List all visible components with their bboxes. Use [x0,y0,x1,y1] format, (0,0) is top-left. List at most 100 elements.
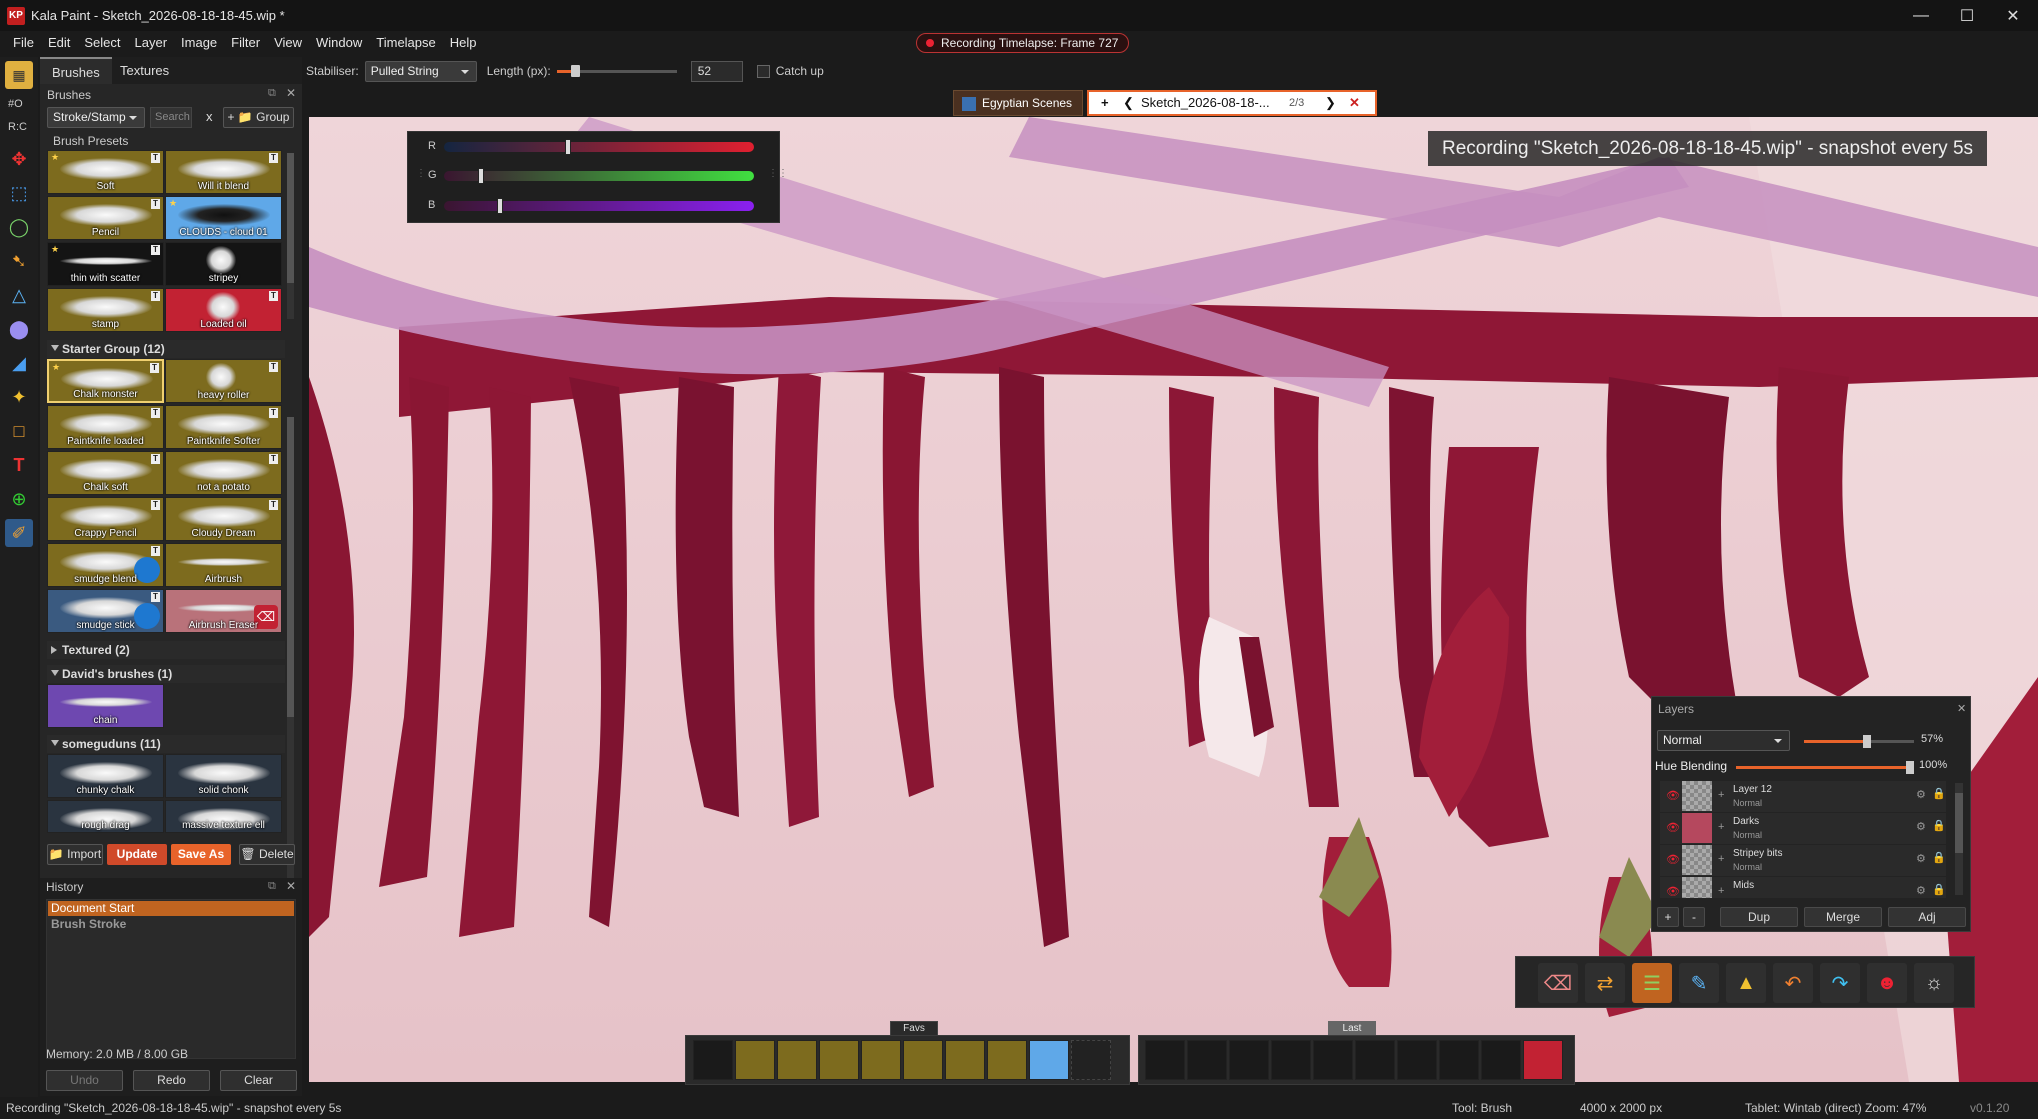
recording-timelapse-pill[interactable]: Recording Timelapse: Frame 727 [916,33,1130,53]
brush-not-a-potato[interactable]: Tnot a potato [165,451,282,495]
update-button[interactable]: Update [107,844,167,865]
history-item-document-start[interactable]: Document Start [48,901,294,916]
layer-row-layer-12[interactable]: 👁 + Layer 12 Normal ⚙ 🔒 [1660,781,1946,812]
brush-solid-chonk[interactable]: solid chonk [165,754,282,798]
alpha-lock-icon[interactable]: ⚙ [1916,884,1926,897]
last-brush[interactable] [1439,1040,1479,1080]
duplicate-layer-button[interactable]: Dup [1720,907,1798,927]
layer-row-darks[interactable]: 👁 + Darks Normal ⚙ 🔒 [1660,813,1946,844]
layout-icon[interactable]: ▦ [5,61,33,89]
remove-layer-button[interactable]: - [1683,907,1705,927]
mirror-icon[interactable]: ⇄ [1585,963,1625,1003]
fav-brush[interactable] [945,1040,985,1080]
group-textured-header[interactable]: Textured (2) [47,641,285,659]
plus-icon[interactable]: + [1718,853,1724,865]
brush-tool-icon[interactable]: ✐ [5,519,33,547]
eraser-icon[interactable]: ⌫ [1538,963,1578,1003]
menu-select[interactable]: Select [77,35,127,50]
last-brush[interactable] [1481,1040,1521,1080]
gradient-icon[interactable]: ◢ [5,349,33,377]
catch-up-checkbox[interactable] [756,64,770,78]
hue-blending-slider[interactable] [1736,761,1914,774]
presets-scrollbar[interactable] [287,153,294,319]
adjust-layer-button[interactable]: Adj [1888,907,1966,927]
close-document-icon[interactable]: ✕ [1349,92,1360,114]
last-brush[interactable] [1229,1040,1269,1080]
maximize-button[interactable]: ☐ [1944,0,1990,31]
brush-heavy-roller[interactable]: Theavy roller [165,359,282,403]
fav-brush[interactable] [693,1040,733,1080]
brush-crappy-pencil[interactable]: T Crappy Pencil [47,497,164,541]
group-davids-header[interactable]: David's brushes (1) [47,665,285,683]
plus-icon[interactable]: + [1718,789,1724,801]
blue-slider-thumb[interactable] [496,198,503,214]
fav-brush[interactable] [777,1040,817,1080]
length-slider[interactable] [556,65,677,77]
brush-chalk-monster[interactable]: ★ T Chalk monster [47,359,164,403]
last-brush[interactable] [1523,1040,1563,1080]
rect-select-icon[interactable]: ⬚ [5,179,33,207]
alpha-lock-icon[interactable]: ⚙ [1916,820,1926,833]
alpha-lock-icon[interactable]: ⚙ [1916,788,1926,801]
ellipse-select-icon[interactable]: ◯ [5,213,33,241]
fav-brush[interactable] [819,1040,859,1080]
menu-file[interactable]: File [6,35,41,50]
last-brush[interactable] [1397,1040,1437,1080]
layer-row-stripey-bits[interactable]: 👁 + Stripey bits Normal ⚙ 🔒 [1660,845,1946,876]
fav-brush[interactable] [735,1040,775,1080]
length-input[interactable]: 52 [690,60,743,82]
fav-slot-empty[interactable] [1071,1040,1111,1080]
active-document-tab[interactable]: + ❮ Sketch_2026-08-18-... 2/3 ❯ ✕ [1087,90,1377,116]
theatre-mask-icon[interactable]: ☼ [1914,963,1954,1003]
preset-stripey[interactable]: stripey [165,242,282,286]
drag-handle-icon[interactable]: ⋮ [416,168,426,179]
plus-icon[interactable]: + [1718,821,1724,833]
crop-icon[interactable]: □ [5,417,33,445]
close-panel-icon[interactable]: ✕ [286,86,296,100]
lock-icon[interactable]: 🔒 [1932,851,1946,864]
brush-airbrush-eraser[interactable]: ⌫ Airbrush Eraser [165,589,282,633]
brush-paintknife-loaded[interactable]: T Paintknife loaded [47,405,164,449]
merge-layer-button[interactable]: Merge [1804,907,1882,927]
brush-mode-select[interactable]: Stroke/Stamp [47,107,145,128]
menu-view[interactable]: View [267,35,309,50]
history-item-brush-stroke[interactable]: Brush Stroke [48,917,294,932]
undo-icon[interactable]: ↶ [1773,963,1813,1003]
text-tool-icon[interactable]: T [5,451,33,479]
eye-icon[interactable]: 👁 [1666,853,1680,866]
close-window-button[interactable]: ✕ [1990,0,2036,31]
close-panel-icon[interactable]: ✕ [1957,702,1966,715]
new-document-button[interactable]: + [1101,92,1109,114]
float-icon[interactable]: ⧉ [268,87,276,100]
menu-help[interactable]: Help [443,35,484,50]
green-slider-thumb[interactable] [478,168,485,184]
add-group-button[interactable]: + 📁 Group [223,107,294,128]
menu-filter[interactable]: Filter [224,35,267,50]
tab-group-egyptian-scenes[interactable]: Egyptian Scenes [953,90,1083,116]
brush-chunky-chalk[interactable]: chunky chalk [47,754,164,798]
clear-history-button[interactable]: Clear [220,1070,297,1091]
menu-edit[interactable]: Edit [41,35,77,50]
eye-icon[interactable]: 👁 [1666,821,1680,834]
move-tool-icon[interactable]: ✥ [5,145,33,173]
brush-massive-texture[interactable]: massive texture ell [165,800,282,833]
blend-mode-select[interactable]: Normal [1657,730,1790,751]
preset-thin-with-scatter[interactable]: ★ Tthin with scatter [47,242,164,286]
preset-loaded-oil[interactable]: T Loaded oil [165,288,282,332]
preset-stamp[interactable]: Tstamp [47,288,164,332]
brush-cloudy-dream[interactable]: T Cloudy Dream [165,497,282,541]
last-brush[interactable] [1145,1040,1185,1080]
fav-brush[interactable] [987,1040,1027,1080]
fav-brush[interactable] [861,1040,901,1080]
brush-airbrush[interactable]: Airbrush [165,543,282,587]
fav-brush[interactable] [1029,1040,1069,1080]
blob-tool-icon[interactable]: ⬤ [5,315,33,343]
preset-clouds[interactable]: ★ CLOUDS - cloud 01 [165,196,282,240]
last-brush[interactable] [1355,1040,1395,1080]
import-button[interactable]: 📁 Import [47,844,103,865]
drag-handle-icon[interactable]: ⋮⋮ [768,168,788,179]
redo-icon[interactable]: ↷ [1820,963,1860,1003]
redo-button[interactable]: Redo [133,1070,210,1091]
menu-window[interactable]: Window [309,35,369,50]
tab-brushes[interactable]: Brushes [40,57,112,84]
